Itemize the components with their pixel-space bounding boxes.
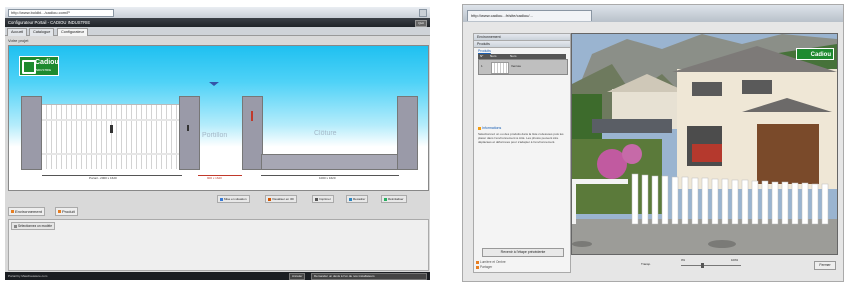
section-share[interactable]: Partager <box>476 265 492 269</box>
tab-product-label: Produit <box>62 209 75 214</box>
product-row[interactable]: 1 Vercoie <box>478 59 568 75</box>
logo-text: Cadiou <box>810 52 831 58</box>
gate-panel[interactable] <box>42 104 182 169</box>
gate-rail-top <box>42 119 182 121</box>
close-icon[interactable] <box>419 9 427 17</box>
reset-icon <box>384 197 387 201</box>
visualizer-window: http://www.cadiou...fr/site/cadiou/... E… <box>462 4 844 282</box>
cancel-button[interactable]: Annuler <box>289 273 306 280</box>
list-icon <box>14 224 17 228</box>
zone-label-cloture: Clôture <box>314 130 337 137</box>
pillar-left[interactable] <box>21 96 42 170</box>
crop-button[interactable]: Recadrer <box>346 195 369 203</box>
logo-mark-icon <box>22 60 36 74</box>
close-button[interactable]: Fermer <box>814 261 836 270</box>
photo-icon <box>220 197 223 201</box>
situation-button-label: Mise en situation <box>224 197 247 201</box>
project-canvas[interactable]: Cadiou INDUSTRIE Portillon Clôture Porta… <box>8 45 429 191</box>
section-environment[interactable]: Environnement <box>474 34 570 41</box>
pillar-right-inner[interactable] <box>242 96 263 170</box>
env-icon <box>11 210 14 214</box>
main-tabs: Accueil Catalogue Configurateur <box>5 27 430 36</box>
logo-text: Cadiou <box>35 59 59 66</box>
logo-subtext: INDUSTRIE <box>35 68 52 72</box>
transparency-label: Transp. <box>641 262 652 266</box>
cadiou-logo: Cadiou INDUSTRIE <box>19 56 59 76</box>
crop-button-label: Recadrer <box>353 197 366 201</box>
print-icon <box>315 197 318 201</box>
situation-button[interactable]: Mise en situation <box>217 195 250 203</box>
zone-label-portillon: Portillon <box>202 132 228 139</box>
products-link[interactable]: Produits <box>478 49 491 53</box>
cadiou-logo: Cadiou <box>796 48 834 60</box>
info-icon <box>478 126 481 130</box>
info-heading-label: Informations <box>482 126 502 130</box>
product-panel: Sélectionnez un modèle <box>8 219 429 271</box>
browser-titlebar: http://www.cadiou...fr/site/cadiou/... <box>463 5 843 22</box>
print-button-label: Imprimer <box>319 197 331 201</box>
app-title: Configurateur Portail - CADIOU INDUSTRIE <box>5 18 430 27</box>
info-text: Sélectionnez un ou des produits dans la … <box>478 132 564 144</box>
reset-button-label: Réinitialiser <box>388 197 404 201</box>
product-name: Vercoie <box>511 64 522 68</box>
tab-environment[interactable]: Environnement <box>8 207 45 216</box>
quote-button[interactable]: Demander un devis à l'un de nos installa… <box>311 273 427 280</box>
tab-catalogue[interactable]: Catalogue <box>29 28 55 36</box>
photo-controls: Transp. 0% 100% Fermer <box>571 255 836 273</box>
select-model-label: Sélectionnez un modèle <box>18 224 53 228</box>
environment-photo[interactable]: Cadiou <box>571 33 838 255</box>
share-icon <box>476 265 479 269</box>
photo-scene <box>572 34 837 254</box>
gate-rail-bottom <box>42 153 182 155</box>
previous-step-button[interactable]: Revenir à l'étape précédente <box>482 248 564 257</box>
tab-configurateur[interactable]: Configurateur <box>57 28 89 36</box>
slider-min: 0% <box>681 258 686 262</box>
product-sidebar: Environnement Produits Produits N° Nom N… <box>473 33 571 273</box>
transparency-slider[interactable] <box>681 263 741 268</box>
status-bar: Portail by Maschaussure.com Annuler Dema… <box>5 272 430 280</box>
reset-button[interactable]: Réinitialiser <box>381 195 407 203</box>
project-label: Votre projet <box>8 38 29 43</box>
section-share-label: Partager <box>480 265 493 269</box>
configurator-window: http://www.boldbi.../cadiou.com/P Config… <box>5 7 430 280</box>
hinge-icon <box>187 125 189 131</box>
marker-icon <box>209 82 219 86</box>
crop-icon <box>349 197 352 201</box>
section-light-label: Lumière et Ombre <box>480 260 506 264</box>
dimension-fence: 1000 x 1620 <box>319 176 336 180</box>
browser-tab[interactable]: http://www.cadiou...fr/site/cadiou/... <box>467 10 592 21</box>
cube-icon <box>268 197 271 201</box>
pillar-center[interactable] <box>179 96 200 170</box>
view-3d-button-label: Visualiser en 3D <box>272 197 294 201</box>
quit-button[interactable]: Quit <box>415 20 427 27</box>
tab-product[interactable]: Produit <box>55 207 78 216</box>
info-heading: Informations <box>478 126 501 130</box>
address-bar[interactable]: http://www.boldbi.../cadiou.com/P <box>8 9 114 17</box>
fence-wall[interactable] <box>261 154 401 170</box>
section-light[interactable]: Lumière et Ombre <box>476 260 506 264</box>
product-icon <box>58 210 61 214</box>
tab-environment-label: Environnement <box>15 209 42 214</box>
dimension-gate: Portail - 2000 x 1620 <box>89 176 117 180</box>
status-text: Portail by Maschaussure.com <box>8 274 48 278</box>
select-model-item[interactable]: Sélectionnez un modèle <box>11 222 56 230</box>
slider-handle[interactable] <box>701 263 704 268</box>
product-thumbnail <box>491 62 509 74</box>
pillar-far-right[interactable] <box>397 96 418 170</box>
tab-accueil[interactable]: Accueil <box>7 28 28 36</box>
product-index: 1 <box>481 64 483 68</box>
print-button[interactable]: Imprimer <box>312 195 334 203</box>
view-3d-button[interactable]: Visualiser en 3D <box>265 195 297 203</box>
dimension-gap: 900 x 1620 <box>207 176 222 180</box>
section-products[interactable]: Produits <box>474 41 570 48</box>
light-icon <box>476 260 479 264</box>
slider-max: 100% <box>731 258 739 262</box>
hinge-icon <box>251 111 253 121</box>
gate-lock-icon <box>110 125 113 133</box>
